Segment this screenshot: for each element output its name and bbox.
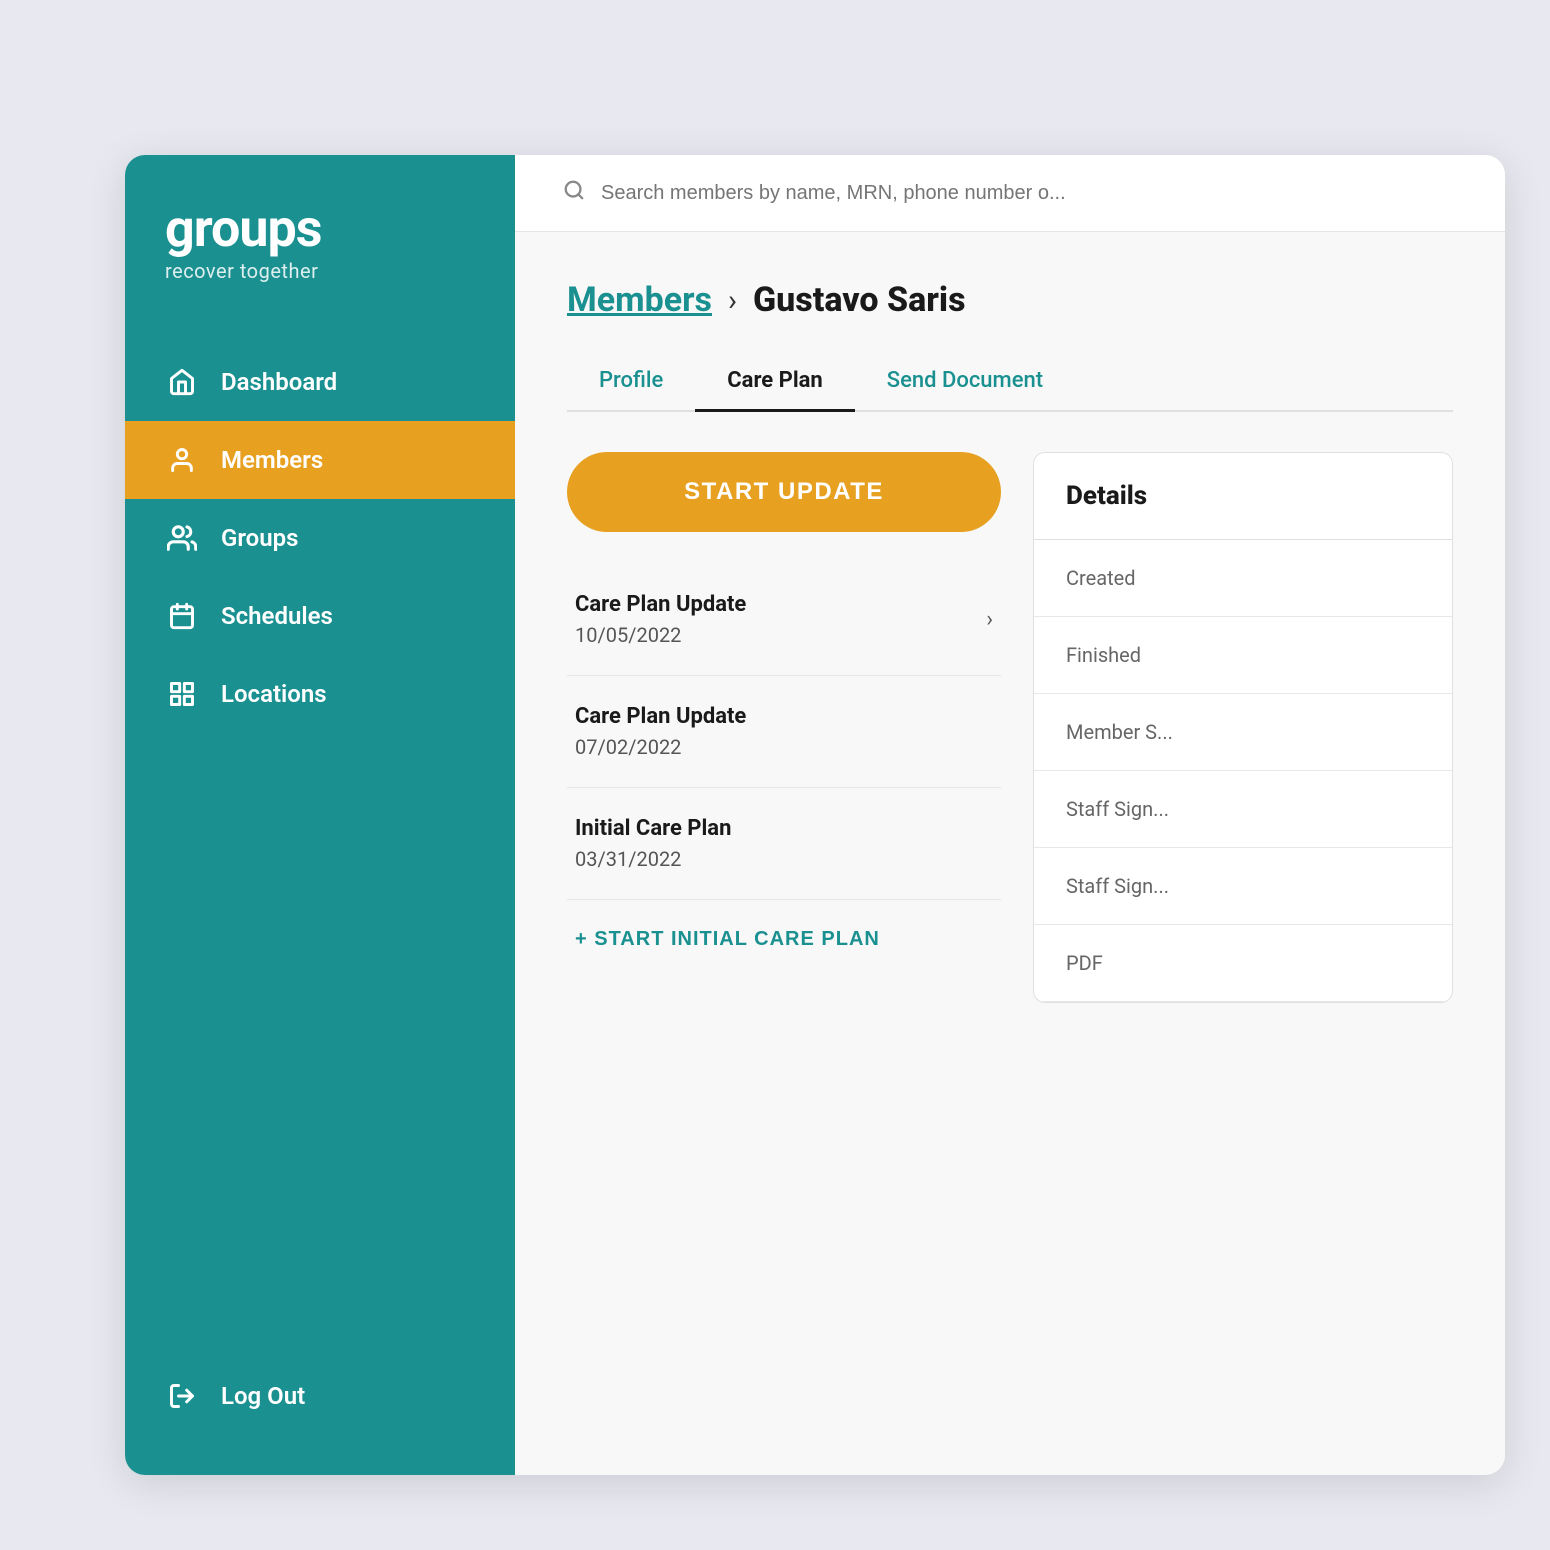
start-update-button[interactable]: START UPDATE xyxy=(567,452,1001,532)
start-initial-care-plan-button[interactable]: + START INITIAL CARE PLAN xyxy=(567,900,1001,979)
sidebar-item-label: Dashboard xyxy=(221,368,337,396)
breadcrumb-members-link[interactable]: Members xyxy=(567,280,712,320)
sidebar-item-locations[interactable]: Locations xyxy=(125,655,515,733)
details-panel: Details Created Finished Member S... xyxy=(1033,452,1453,1003)
sidebar: groups recover together Dashboard xyxy=(125,155,515,1475)
tabs-bar: Profile Care Plan Send Document xyxy=(567,352,1453,412)
care-plan-info: Care Plan Update 10/05/2022 xyxy=(575,592,746,647)
sidebar-item-schedules[interactable]: Schedules xyxy=(125,577,515,655)
care-plan-title: Care Plan Update xyxy=(575,592,746,617)
sidebar-item-logout[interactable]: Log Out xyxy=(125,1357,515,1435)
page-body: Members › Gustavo Saris Profile Care Pla… xyxy=(515,232,1505,1475)
home-icon xyxy=(165,365,199,399)
details-row-member-signature: Member S... xyxy=(1034,694,1452,771)
details-label: Staff Sign... xyxy=(1066,874,1420,898)
logo-tagline: recover together xyxy=(165,259,475,283)
left-panel: START UPDATE Care Plan Update 10/05/2022… xyxy=(567,452,1001,1003)
main-content: Members › Gustavo Saris Profile Care Pla… xyxy=(515,155,1505,1475)
care-plan-date: 07/02/2022 xyxy=(575,735,746,759)
care-plan-date: 03/31/2022 xyxy=(575,847,731,871)
chevron-right-icon: › xyxy=(986,607,993,632)
details-title: Details xyxy=(1066,481,1420,511)
sidebar-item-members[interactable]: Members xyxy=(125,421,515,499)
search-input[interactable] xyxy=(601,182,1457,205)
care-plan-info: Initial Care Plan 03/31/2022 xyxy=(575,816,731,871)
app-container: groups recover together Dashboard xyxy=(125,155,1505,1475)
details-row-staff-signature-1: Staff Sign... xyxy=(1034,771,1452,848)
details-label: Member S... xyxy=(1066,720,1420,744)
details-row-created: Created xyxy=(1034,540,1452,617)
building-icon xyxy=(165,677,199,711)
logo-text: groups xyxy=(165,203,475,255)
group-icon xyxy=(165,521,199,555)
search-bar xyxy=(515,155,1505,232)
care-plan-item[interactable]: Care Plan Update 10/05/2022 › xyxy=(567,564,1001,676)
care-plan-info: Care Plan Update 07/02/2022 xyxy=(575,704,746,759)
care-plan-item[interactable]: Care Plan Update 07/02/2022 xyxy=(567,676,1001,788)
nav-items: Dashboard Members xyxy=(125,343,515,733)
details-row-pdf: PDF xyxy=(1034,925,1452,1002)
care-plan-list: Care Plan Update 10/05/2022 › Care Plan … xyxy=(567,564,1001,979)
tab-care-plan[interactable]: Care Plan xyxy=(695,352,854,412)
care-plan-date: 10/05/2022 xyxy=(575,623,746,647)
breadcrumb-member-name: Gustavo Saris xyxy=(753,280,966,320)
care-plan-item[interactable]: Initial Care Plan 03/31/2022 xyxy=(567,788,1001,900)
person-icon xyxy=(165,443,199,477)
details-label: Created xyxy=(1066,566,1420,590)
breadcrumb: Members › Gustavo Saris xyxy=(567,280,1453,320)
calendar-icon xyxy=(165,599,199,633)
sidebar-item-dashboard[interactable]: Dashboard xyxy=(125,343,515,421)
care-plan-title: Care Plan Update xyxy=(575,704,746,729)
content-grid: START UPDATE Care Plan Update 10/05/2022… xyxy=(567,452,1453,1003)
details-row-finished: Finished xyxy=(1034,617,1452,694)
details-label: PDF xyxy=(1066,951,1420,975)
details-row-staff-signature-2: Staff Sign... xyxy=(1034,848,1452,925)
sidebar-item-groups[interactable]: Groups xyxy=(125,499,515,577)
sidebar-item-label: Members xyxy=(221,446,323,474)
breadcrumb-separator: › xyxy=(728,283,737,318)
logout-label: Log Out xyxy=(221,1382,305,1410)
search-icon xyxy=(563,179,585,207)
sidebar-item-label: Locations xyxy=(221,680,327,708)
details-header: Details xyxy=(1034,453,1452,540)
logout-icon xyxy=(165,1379,199,1413)
tab-send-document[interactable]: Send Document xyxy=(855,352,1075,412)
details-rows: Created Finished Member S... Staff Sign.… xyxy=(1034,540,1452,1002)
sidebar-item-label: Schedules xyxy=(221,602,333,630)
tab-profile[interactable]: Profile xyxy=(567,352,695,412)
care-plan-title: Initial Care Plan xyxy=(575,816,731,841)
sidebar-item-label: Groups xyxy=(221,524,298,552)
logo-area: groups recover together xyxy=(125,155,515,323)
details-label: Finished xyxy=(1066,643,1420,667)
details-label: Staff Sign... xyxy=(1066,797,1420,821)
